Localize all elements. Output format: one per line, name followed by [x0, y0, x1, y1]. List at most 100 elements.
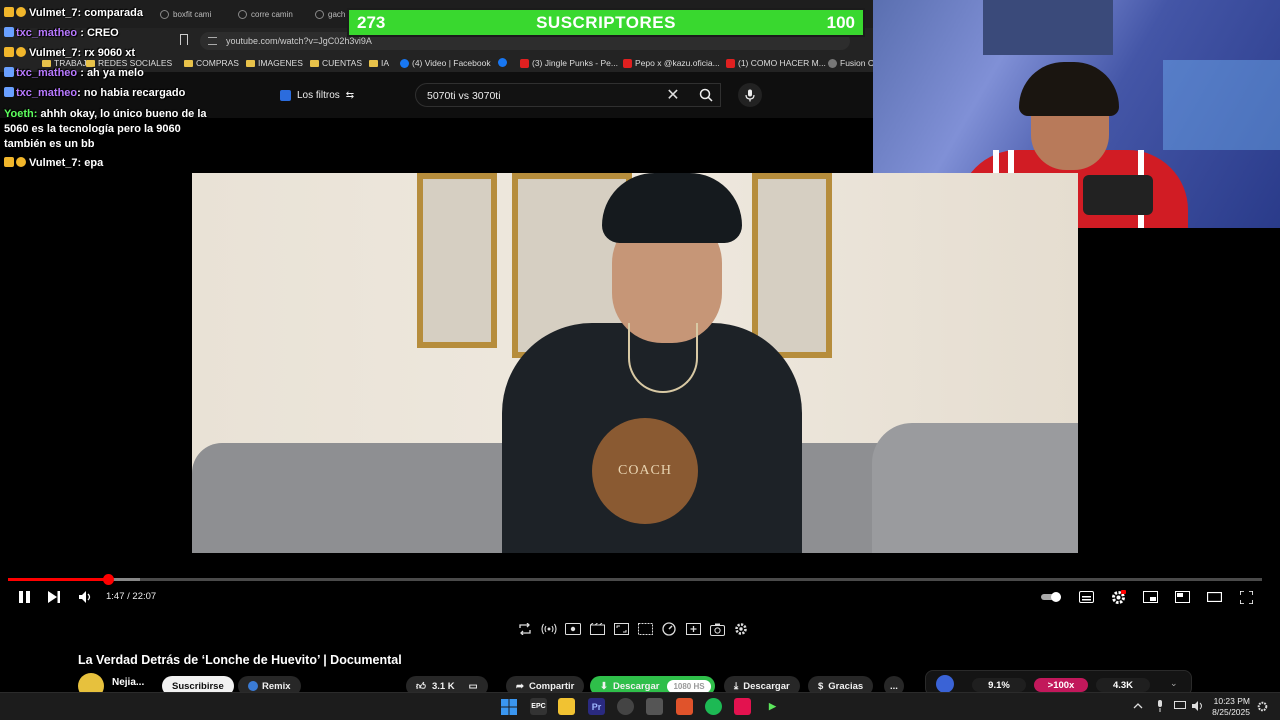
start-button[interactable] — [500, 698, 517, 715]
video-wall-mirror — [752, 173, 832, 358]
chat-message: Vulmet_7: epa — [4, 157, 103, 169]
taskbar-clock[interactable]: 10:23 PM 8/25/2025 — [1212, 696, 1250, 718]
notification-icon[interactable] — [1256, 700, 1268, 712]
bookmark-label: Fusion Cl — [840, 58, 876, 68]
pip-button[interactable] — [1173, 588, 1191, 606]
network-icon[interactable] — [1174, 700, 1186, 712]
taskbar-app-icon[interactable]: EPC — [530, 698, 547, 715]
bookmark-facebook[interactable] — [498, 58, 507, 67]
search-icon — [699, 88, 713, 102]
screen-capture-button[interactable] — [564, 620, 582, 638]
subscriber-badge-icon — [4, 87, 14, 97]
speedometer-icon — [662, 622, 676, 636]
fullscreen-button[interactable] — [1237, 588, 1255, 606]
bookmark-label: (3) Jingle Punks - Pe... — [532, 58, 618, 68]
chat-separator: : — [77, 7, 82, 19]
volume-tray-icon[interactable] — [1192, 700, 1204, 712]
loop-button[interactable] — [516, 620, 534, 638]
mute-button[interactable] — [78, 588, 94, 606]
spotify-icon[interactable] — [705, 698, 722, 715]
bookmark-label: IA — [381, 58, 390, 68]
search-button[interactable] — [690, 83, 722, 107]
brave-browser-icon[interactable] — [676, 698, 693, 715]
subtitles-button[interactable] — [1077, 588, 1095, 606]
extension-settings-button[interactable] — [732, 620, 750, 638]
tray-overflow-icon[interactable] — [1132, 700, 1144, 712]
settings-button[interactable] — [1109, 588, 1127, 606]
bookmark-jingle-punks[interactable]: (3) Jingle Punks - Pe... — [520, 58, 618, 68]
bookmark-pepo[interactable]: Pepo x @kazu.oficia... — [623, 58, 720, 68]
browser-tab[interactable]: boxfit cami — [160, 5, 211, 23]
bookmark-fusion[interactable]: Fusion Cl — [828, 58, 876, 68]
chevron-up-icon — [1133, 703, 1143, 709]
sliders-icon: ⇆ — [345, 89, 355, 101]
tab-title: corre camin — [251, 9, 293, 19]
notepad-icon[interactable] — [646, 698, 663, 715]
video-person-cap — [602, 173, 742, 243]
current-time: 1:47 — [106, 591, 125, 602]
overlay-button[interactable] — [636, 620, 654, 638]
app-glyph: Pr — [591, 701, 602, 712]
browser-tab[interactable]: gach — [315, 5, 345, 23]
capcut-icon[interactable] — [734, 698, 751, 715]
file-explorer-icon[interactable] — [558, 698, 575, 715]
subscriber-badge-icon — [4, 27, 14, 37]
video-player-frame[interactable]: COACH — [192, 173, 1078, 553]
search-filters-button[interactable]: Los filtros ⇆ — [280, 84, 354, 106]
aspect-ratio-icon — [613, 623, 629, 635]
bookmark-imagenes[interactable]: IMAGENES — [246, 58, 303, 68]
bookmark-cuentas[interactable]: CUENTAS — [310, 58, 362, 68]
bookmark-star-icon[interactable] — [180, 34, 188, 45]
screen-record-icon — [565, 623, 581, 635]
miniplayer-button[interactable] — [1141, 588, 1159, 606]
download-quality-select[interactable]: 1080 HS — [667, 679, 711, 693]
chevron-down-icon[interactable]: ⌄ — [1170, 678, 1178, 689]
aspect-ratio-button[interactable] — [612, 620, 630, 638]
remix-icon — [248, 681, 258, 691]
obs-icon[interactable] — [617, 698, 634, 715]
folder-icon — [310, 59, 319, 67]
chat-username: Yoeth — [4, 108, 34, 120]
tab-title: boxfit cami — [173, 9, 212, 19]
progress-scrubber-handle[interactable] — [103, 574, 115, 585]
stats-logo-icon — [936, 675, 954, 693]
bits-badge-icon — [16, 157, 26, 167]
folder-icon — [42, 59, 51, 67]
bookmark-ia[interactable]: IA — [369, 58, 389, 68]
clear-search-icon[interactable]: ✕ — [663, 85, 683, 105]
theater-mode-button[interactable] — [1205, 588, 1223, 606]
next-video-button[interactable] — [46, 588, 62, 606]
app-glyph: EPC — [531, 703, 546, 710]
subscriber-badge-icon — [4, 67, 14, 77]
audio-button[interactable] — [540, 620, 558, 638]
miniplayer-icon — [1142, 591, 1158, 603]
streaming-app-icon[interactable]: ▶ — [764, 698, 781, 715]
screenshot-button[interactable] — [708, 620, 726, 638]
stat-views: 4.3K — [1096, 678, 1150, 692]
video-progress-bar[interactable] — [8, 574, 1262, 585]
browser-tab[interactable]: corre camin — [238, 5, 293, 23]
speed-button[interactable] — [660, 620, 678, 638]
broadcast-icon — [541, 623, 557, 635]
dislike-icon[interactable]: ▭ — [469, 681, 478, 692]
bookmark-facebook-video[interactable]: (4) Video | Facebook — [400, 58, 491, 68]
webcam-background-light — [1163, 60, 1280, 150]
premiere-icon[interactable]: Pr — [588, 698, 605, 715]
add-clip-button[interactable] — [684, 620, 702, 638]
cinema-button[interactable] — [588, 620, 606, 638]
bookmark-compras[interactable]: COMPRAS — [184, 58, 239, 68]
grid-overlay-icon — [637, 623, 653, 635]
bookmark-label: CUENTAS — [322, 58, 362, 68]
bookmark-como-hacer[interactable]: (1) COMO HACER M... — [726, 58, 826, 68]
channel-name[interactable]: Nejia... — [112, 677, 144, 688]
stat-value: >100x — [1047, 679, 1075, 691]
subscriber-badge-icon — [4, 7, 14, 17]
bits-badge-icon — [16, 47, 26, 57]
site-settings-icon[interactable] — [208, 37, 217, 45]
voice-search-button[interactable] — [738, 83, 762, 107]
remix-label: Remix — [262, 680, 291, 692]
pause-button[interactable] — [16, 588, 32, 606]
autoplay-toggle[interactable] — [1040, 588, 1064, 606]
streamer-hair — [1019, 62, 1119, 116]
microphone-tray-icon[interactable] — [1154, 700, 1166, 712]
